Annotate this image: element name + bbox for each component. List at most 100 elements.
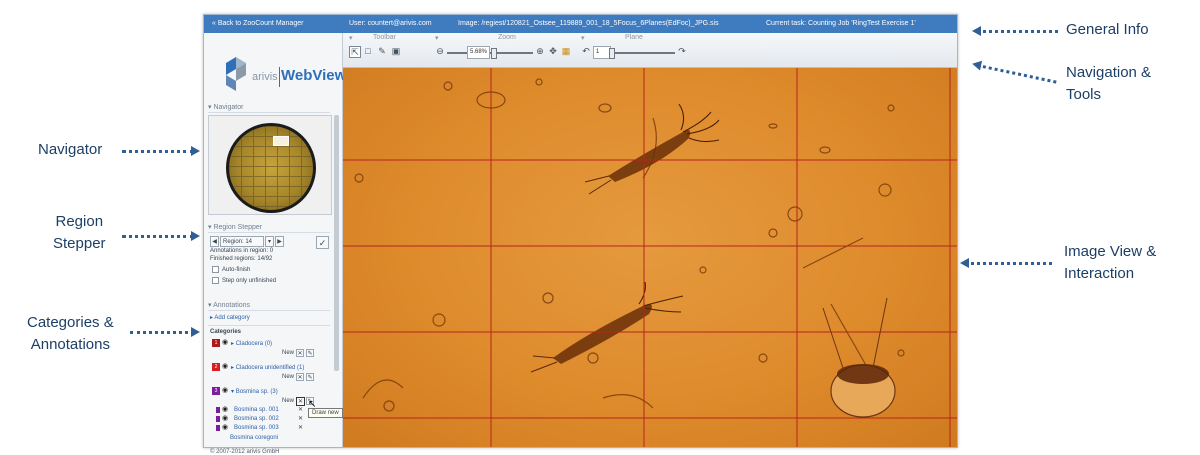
category-2-delete-icon[interactable]: ✕ bbox=[296, 373, 304, 381]
callout-navigation-tools-line1: Navigation & bbox=[1066, 64, 1152, 81]
region-select[interactable]: Region: 14 bbox=[220, 236, 264, 247]
category-3-name: Bosmina sp. (3) bbox=[235, 389, 278, 395]
image-info: Image: /regiest/120821_Ostsee_119889_001… bbox=[458, 20, 719, 27]
navigator-viewport-marker[interactable] bbox=[273, 136, 289, 146]
arivis-logo-mark-icon bbox=[226, 57, 246, 91]
logo-divider bbox=[279, 67, 280, 87]
actual-size-icon[interactable]: ▦ bbox=[561, 46, 571, 56]
category-1-delete-icon[interactable]: ✕ bbox=[296, 349, 304, 357]
auto-finish-label: Auto-finish bbox=[222, 267, 251, 273]
region-dropdown-button[interactable]: ▾ bbox=[265, 236, 274, 247]
navigator-panel[interactable] bbox=[208, 115, 332, 215]
copepod-specimen-2 bbox=[530, 281, 684, 373]
pencil-tool-icon[interactable]: ✎ bbox=[377, 46, 387, 56]
callout-navigation-tools: Navigation & Tools bbox=[1066, 62, 1151, 106]
categories-label: Categories bbox=[210, 329, 242, 335]
category-2-color[interactable]: 2 bbox=[212, 363, 220, 371]
item-1-color bbox=[216, 407, 220, 413]
finished-regions: Finished regions: 14/92 bbox=[210, 256, 273, 262]
callout-image-view-line2: Interaction bbox=[1064, 265, 1135, 282]
region-prev-button[interactable]: ◀ bbox=[210, 236, 219, 247]
annotations-title: Annotations bbox=[213, 302, 251, 309]
category-3-color[interactable]: 3 bbox=[212, 387, 220, 395]
navigator-header[interactable]: ▾ Navigator bbox=[208, 103, 243, 111]
zoom-value[interactable]: 5.68% bbox=[467, 46, 491, 59]
category-1-color[interactable]: 1 bbox=[212, 339, 220, 347]
toolbar-group-collapse[interactable]: ▾ bbox=[349, 34, 353, 42]
plane-group-collapse[interactable]: ▾ bbox=[581, 34, 585, 42]
specimen-image[interactable] bbox=[343, 68, 957, 447]
item-3-eye-icon[interactable]: ◉ bbox=[222, 423, 228, 431]
webview-app: « Back to ZooCount Manager User: counter… bbox=[203, 14, 958, 455]
plane-slider[interactable] bbox=[609, 48, 675, 59]
item-1-eye-icon[interactable]: ◉ bbox=[222, 405, 228, 413]
zoom-group-collapse[interactable]: ▾ bbox=[435, 34, 439, 42]
finish-region-check-icon[interactable]: ✓ bbox=[316, 236, 329, 249]
category-2-name: Cladocera unidentified (1) bbox=[235, 365, 305, 371]
region-stepper-header[interactable]: ▾ Region Stepper bbox=[208, 223, 262, 231]
category-3-visibility-eye-icon[interactable]: ◉ bbox=[222, 386, 228, 394]
callout-categories-line1: Categories & bbox=[27, 314, 114, 331]
category-3-delete-icon[interactable]: ✕ bbox=[296, 397, 305, 406]
plane-slider-knob[interactable] bbox=[609, 48, 615, 59]
camera-tool-icon[interactable]: ▣ bbox=[391, 46, 401, 56]
callout-image-view: Image View & Interaction bbox=[1064, 241, 1156, 285]
category-2-visibility-eye-icon[interactable]: ◉ bbox=[222, 362, 228, 370]
arrow-general-info bbox=[972, 26, 1058, 36]
zoom-slider-knob[interactable] bbox=[491, 48, 497, 59]
select-tool-icon[interactable]: ⇱ bbox=[349, 46, 361, 58]
plane-up-icon[interactable]: ↷ bbox=[677, 46, 687, 56]
add-category-label: Add category bbox=[214, 315, 250, 321]
category-1-visibility-eye-icon[interactable]: ◉ bbox=[222, 338, 228, 346]
step-unfinished-checkbox[interactable] bbox=[212, 277, 219, 284]
annotations-in-region: Annotations in region: 0 bbox=[210, 248, 274, 254]
callout-navigator: Navigator bbox=[38, 141, 103, 158]
sidebar-scrollbar[interactable] bbox=[334, 115, 339, 371]
navigator-thumbnail[interactable] bbox=[226, 123, 316, 213]
item-2-label[interactable]: Bosmina sp. 002 bbox=[234, 416, 279, 422]
region-stepper-divider bbox=[208, 232, 330, 233]
category-3-label[interactable]: ▾ Bosmina sp. (3) bbox=[231, 388, 278, 395]
arivis-webview-logo: arivis WebView bbox=[220, 57, 346, 97]
large-specimen bbox=[822, 297, 896, 418]
category-2-draw-icon[interactable]: ✎ bbox=[306, 373, 314, 381]
plane-down-icon[interactable]: ↶ bbox=[581, 46, 591, 56]
zoom-in-icon[interactable]: ⊕ bbox=[535, 46, 545, 56]
callout-region-stepper-line1: Region bbox=[55, 213, 104, 230]
item-3-label[interactable]: Bosmina sp. 003 bbox=[234, 425, 279, 431]
callout-region-stepper: Region Stepper bbox=[53, 211, 106, 255]
category-1-name: Cladocera (0) bbox=[235, 341, 273, 347]
item-1-label[interactable]: Bosmina sp. 001 bbox=[234, 407, 279, 413]
arrow-navigator bbox=[122, 146, 200, 156]
partial-category-label[interactable]: Bosmina coregoni bbox=[230, 435, 278, 441]
sidebar: arivis WebView ▾ Navigator ▾ Region Step… bbox=[204, 33, 346, 455]
region-stepper-title: Region Stepper bbox=[213, 224, 263, 231]
image-viewport[interactable] bbox=[343, 68, 957, 447]
auto-finish-checkbox[interactable] bbox=[212, 266, 219, 273]
navigator-divider bbox=[208, 112, 330, 113]
step-unfinished-label: Step only unfinished bbox=[222, 278, 277, 284]
category-1-new-label: New bbox=[282, 350, 295, 356]
copyright-footer: © 2007-2012 arivis GmbH bbox=[210, 449, 280, 455]
item-2-delete-icon[interactable]: ✕ bbox=[298, 415, 303, 422]
logo-product-text: WebView bbox=[281, 67, 347, 84]
region-next-button[interactable]: ▶ bbox=[275, 236, 284, 247]
fit-to-window-icon[interactable]: ✥ bbox=[548, 46, 558, 56]
item-3-delete-icon[interactable]: ✕ bbox=[298, 424, 303, 431]
general-info-bar: « Back to ZooCount Manager User: counter… bbox=[204, 15, 957, 33]
annotations-divider bbox=[208, 310, 330, 311]
category-1-label[interactable]: ▸ Cladocera (0) bbox=[231, 340, 272, 347]
plane-group-title: Plane bbox=[625, 34, 643, 41]
arrow-navigation-tools bbox=[977, 64, 1057, 84]
item-3-color bbox=[216, 425, 220, 431]
category-2-label[interactable]: ▸ Cladocera unidentified (1) bbox=[231, 364, 304, 371]
item-1-delete-icon[interactable]: ✕ bbox=[298, 406, 303, 413]
zoom-out-icon[interactable]: ⊖ bbox=[435, 46, 445, 56]
item-2-eye-icon[interactable]: ◉ bbox=[222, 414, 228, 422]
category-1-draw-icon[interactable]: ✎ bbox=[306, 349, 314, 357]
add-category-link[interactable]: ▸ Add category bbox=[210, 314, 250, 321]
copepod-specimen-1 bbox=[584, 103, 720, 195]
rectangle-tool-icon[interactable]: □ bbox=[363, 46, 373, 56]
back-to-manager-link[interactable]: « Back to ZooCount Manager bbox=[212, 15, 303, 33]
annotations-header[interactable]: ▾ Annotations bbox=[208, 301, 250, 309]
